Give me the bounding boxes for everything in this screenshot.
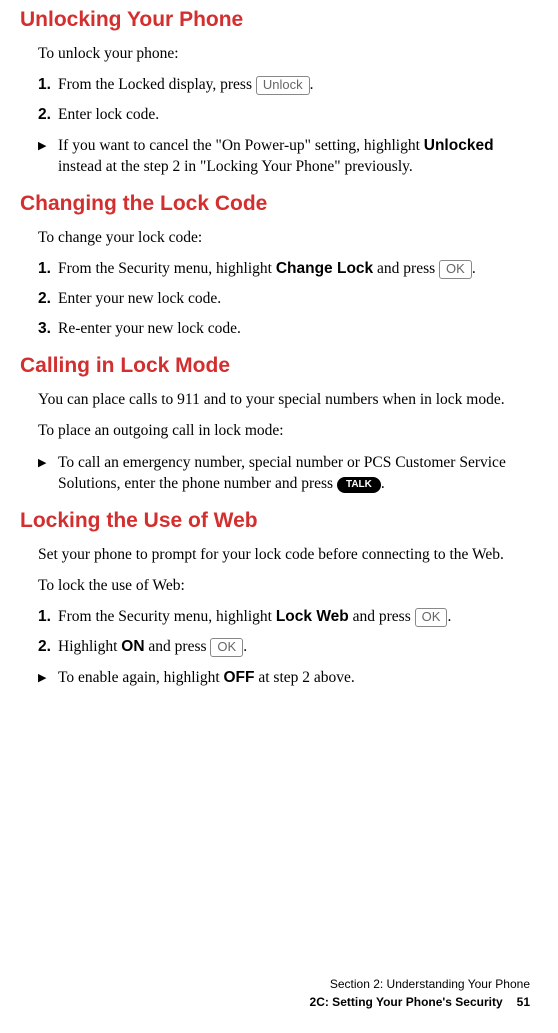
intro-text: To place an outgoing call in lock mode: [38,421,530,442]
step-text: Enter your new lock code. [58,289,530,310]
step-number: 1. [38,75,56,96]
footer-chapter-text: 2C: Setting Your Phone's Security [310,995,503,1009]
bullet-item: ▶ To call an emergency number, special n… [38,452,530,495]
text-fragment: and press [373,260,439,277]
step-item: 2. Enter your new lock code. [38,289,530,310]
page-footer: Section 2: Understanding Your Phone 2C: … [310,975,530,1011]
heading-locking-web: Locking the Use of Web [20,509,530,533]
text-fragment: If you want to cancel the "On Power-up" … [58,137,424,154]
bullet-text: If you want to cancel the "On Power-up" … [58,135,530,178]
text-fragment: To enable again, highlight [58,669,224,686]
text-fragment: From the Security menu, highlight [58,608,276,625]
step-number: 2. [38,289,56,310]
intro-text: To unlock your phone: [38,44,530,65]
text-fragment: . [472,260,476,277]
heading-unlocking: Unlocking Your Phone [20,8,530,32]
step-text: From the Locked display, press Unlock. [58,75,530,96]
ok-key: OK [439,260,472,279]
ok-key: OK [210,638,243,657]
intro-text: You can place calls to 911 and to your s… [38,390,530,411]
step-number: 2. [38,105,56,126]
intro-text: To lock the use of Web: [38,576,530,597]
text-fragment: . [243,638,247,655]
bullet-item: ▶ To enable again, highlight OFF at step… [38,667,530,689]
bullet-item: ▶ If you want to cancel the "On Power-up… [38,135,530,178]
ok-key: OK [415,608,448,627]
talk-key: TALK [337,477,381,493]
footer-section-title: Section 2: Understanding Your Phone [310,975,530,993]
step-item: 1. From the Locked display, press Unlock… [38,75,530,96]
text-fragment: instead at the step 2 in "Locking Your P… [58,158,413,175]
step-number: 3. [38,319,56,340]
step-item: 2. Highlight ON and press OK. [38,637,530,658]
step-text: From the Security menu, highlight Change… [58,259,530,280]
step-item: 1. From the Security menu, highlight Loc… [38,607,530,628]
footer-chapter-title: 2C: Setting Your Phone's Security 51 [310,993,530,1011]
step-text: Highlight ON and press OK. [58,637,530,658]
text-fragment: and press [145,638,211,655]
triangle-bullet-icon: ▶ [38,667,56,689]
bullet-text: To enable again, highlight OFF at step 2… [58,667,530,689]
step-item: 3. Re-enter your new lock code. [38,319,530,340]
text-fragment: From the Security menu, highlight [58,260,276,277]
section-body: You can place calls to 911 and to your s… [20,390,530,495]
step-number: 2. [38,637,56,658]
step-number: 1. [38,259,56,280]
text-fragment: From the Locked display, press [58,76,256,93]
text-fragment: . [447,608,451,625]
section-body: To unlock your phone: 1. From the Locked… [20,44,530,178]
intro-text: To change your lock code: [38,228,530,249]
text-fragment: . [310,76,314,93]
step-text: Enter lock code. [58,105,530,126]
text-fragment: To call an emergency number, special num… [58,454,506,493]
section-body: To change your lock code: 1. From the Se… [20,228,530,340]
text-fragment: and press [349,608,415,625]
intro-text: Set your phone to prompt for your lock c… [38,545,530,566]
bold-term: OFF [224,669,255,686]
triangle-bullet-icon: ▶ [38,135,56,178]
step-item: 1. From the Security menu, highlight Cha… [38,259,530,280]
bullet-text: To call an emergency number, special num… [58,452,530,495]
text-fragment: . [381,475,385,492]
bold-term: ON [121,638,144,655]
step-text: Re-enter your new lock code. [58,319,530,340]
heading-calling-lock: Calling in Lock Mode [20,354,530,378]
bold-term: Unlocked [424,137,494,154]
bold-term: Change Lock [276,260,373,277]
text-fragment: Highlight [58,638,121,655]
step-item: 2. Enter lock code. [38,105,530,126]
page-number: 51 [517,995,530,1009]
unlock-key: Unlock [256,76,310,95]
step-number: 1. [38,607,56,628]
document-content: Unlocking Your Phone To unlock your phon… [20,0,530,688]
triangle-bullet-icon: ▶ [38,452,56,495]
step-text: From the Security menu, highlight Lock W… [58,607,530,628]
bold-term: Lock Web [276,608,349,625]
section-body: Set your phone to prompt for your lock c… [20,545,530,688]
heading-changing-lock: Changing the Lock Code [20,192,530,216]
text-fragment: at step 2 above. [255,669,355,686]
